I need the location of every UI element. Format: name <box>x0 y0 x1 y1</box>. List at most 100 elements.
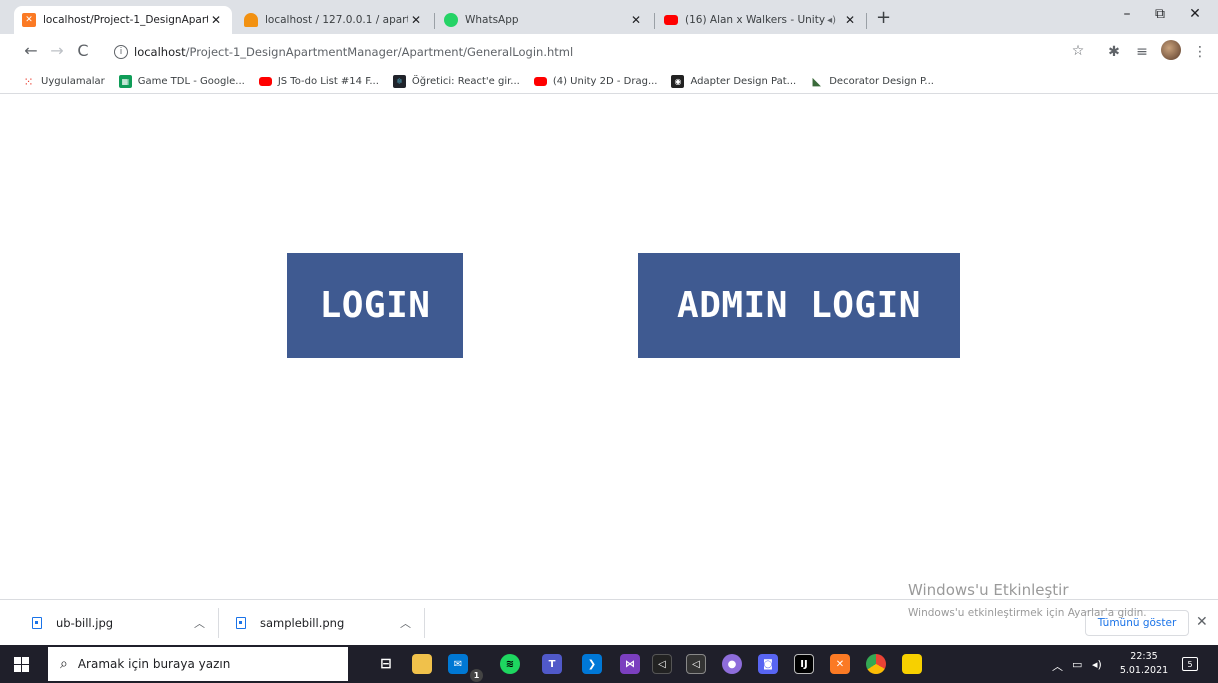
bookmark-unity[interactable]: (4) Unity 2D - Drag... <box>533 76 658 87</box>
search-placeholder: Aramak için buraya yazın <box>77 657 231 671</box>
youtube-icon <box>664 15 678 25</box>
tab-close-icon[interactable]: ✕ <box>208 13 224 27</box>
task-view-icon[interactable]: ⊟ <box>376 654 396 674</box>
tab-general-login[interactable]: ✕ localhost/Project-1_DesignApart ✕ <box>14 6 232 34</box>
page-content: LOGIN ADMIN LOGIN Windows'u Etkinleştir <box>0 95 1218 599</box>
tab-close-icon[interactable]: ✕ <box>408 13 424 27</box>
notification-center-icon[interactable]: 5 <box>1182 657 1198 671</box>
speaker-icon[interactable]: ◂) <box>827 15 836 26</box>
bookmark-label: Decorator Design P... <box>829 76 934 87</box>
bookmark-apps[interactable]: ⁙ Uygulamalar <box>22 74 105 89</box>
url-path: /Project-1_DesignApartmentManager/Apartm… <box>185 45 574 59</box>
windows-start-icon[interactable] <box>14 657 30 672</box>
volume-icon[interactable]: ◂) <box>1092 658 1102 671</box>
sheets-icon: ▦ <box>118 75 132 88</box>
react-icon: ⚛ <box>392 75 406 88</box>
download-bar-close-icon[interactable]: ✕ <box>1196 614 1208 630</box>
media-queue-icon[interactable]: ≡ <box>1132 44 1152 60</box>
taskbar-search[interactable]: ⌕ Aramak için buraya yazın <box>48 647 348 681</box>
youtube-icon <box>533 77 547 86</box>
bookmark-label: Öğretici: React'e gir... <box>411 76 520 87</box>
tab-title: WhatsApp <box>465 14 519 26</box>
clock-time: 22:35 <box>1130 651 1158 662</box>
sticky-notes-icon[interactable] <box>902 654 922 674</box>
teams-icon[interactable]: T <box>542 654 562 674</box>
bookmarks-bar: ⁙ Uygulamalar ▦ Game TDL - Google... JS … <box>0 70 1218 94</box>
admin-login-button[interactable]: ADMIN LOGIN <box>638 253 960 358</box>
bookmark-game-tdl[interactable]: ▦ Game TDL - Google... <box>118 75 245 88</box>
vscode-icon[interactable]: ❯ <box>582 654 602 674</box>
new-tab-button[interactable]: + <box>876 9 891 27</box>
youtube-icon <box>258 77 272 86</box>
tab-separator <box>654 13 655 29</box>
bookmark-label: Game TDL - Google... <box>137 76 245 87</box>
reload-icon: C <box>77 41 89 60</box>
bookmark-label: Adapter Design Pat... <box>690 76 797 87</box>
apps-grid-icon: ⁙ <box>23 74 34 89</box>
tab-strip: ✕ localhost/Project-1_DesignApart ✕ loca… <box>0 0 1218 34</box>
search-icon: ⌕ <box>60 656 68 672</box>
tab-title: localhost / 127.0.0.1 / apartment <box>265 14 408 26</box>
tab-close-icon[interactable]: ✕ <box>842 13 858 27</box>
download-separator <box>218 608 219 638</box>
forward-button[interactable]: → <box>46 41 68 61</box>
spotify-icon[interactable]: ≋ <box>500 654 520 674</box>
bookmark-label: (4) Unity 2D - Drag... <box>552 76 658 87</box>
tab-title: (16) Alan x Walkers - Unity - <box>685 14 828 26</box>
back-button[interactable]: ← <box>20 41 42 61</box>
tab-youtube-music[interactable]: (16) Alan x Walkers - Unity - ◂) ✕ <box>656 6 866 34</box>
image-file-icon <box>236 617 246 629</box>
tab-title: localhost/Project-1_DesignApart <box>43 14 208 26</box>
refactoring-bird-icon: ◣ <box>812 75 821 88</box>
refactoring-icon: ◉ <box>671 75 685 88</box>
unity-icon[interactable]: ◁ <box>652 654 672 674</box>
windows-taskbar: ⌕ Aramak için buraya yazın ⊟ ✉ 1 ≋ T ❯ ⋈… <box>0 645 1218 683</box>
discord-icon[interactable]: ◙ <box>758 654 778 674</box>
mail-badge: 1 <box>470 669 483 682</box>
download-item[interactable]: ub-bill.jpg ︿ <box>32 600 212 646</box>
activation-watermark-text: Windows'u etkinleştirmek için Ayarlar'a … <box>908 607 1147 619</box>
address-bar[interactable]: i localhost/Project-1_DesignApartmentMan… <box>104 38 1104 66</box>
tab-close-icon[interactable]: ✕ <box>628 13 644 27</box>
star-icon[interactable]: ☆ <box>1068 43 1088 59</box>
login-button[interactable]: LOGIN <box>287 253 463 358</box>
chevron-up-icon[interactable]: ︿ <box>194 615 205 631</box>
bookmark-adapter[interactable]: ◉ Adapter Design Pat... <box>671 75 796 88</box>
system-clock[interactable]: 22:35 5.01.2021 <box>1119 650 1169 678</box>
tab-phpmyadmin[interactable]: localhost / 127.0.0.1 / apartment ✕ <box>236 6 432 34</box>
info-icon[interactable]: i <box>114 45 128 59</box>
arrow-left-icon: ← <box>24 41 38 60</box>
kebab-menu-icon[interactable]: ⋮ <box>1190 44 1210 60</box>
unity-hub-icon[interactable]: ◁ <box>686 654 706 674</box>
tab-whatsapp[interactable]: WhatsApp ✕ <box>436 6 652 34</box>
bookmark-js-todo[interactable]: JS To-do List #14 F... <box>258 76 379 87</box>
xampp-icon[interactable]: ✕ <box>830 654 850 674</box>
chrome-icon[interactable] <box>866 654 886 674</box>
intellij-icon[interactable]: IJ <box>794 654 814 674</box>
phpmyadmin-icon <box>244 13 258 27</box>
download-filename: samplebill.png <box>260 616 345 630</box>
download-item[interactable]: samplebill.png ︿ <box>236 600 416 646</box>
image-file-icon <box>32 617 42 629</box>
bookmark-react[interactable]: ⚛ Öğretici: React'e gir... <box>392 75 520 88</box>
network-icon[interactable]: ▭ <box>1072 658 1082 671</box>
window-close-button[interactable]: ✕ <box>1172 6 1218 22</box>
bookmark-label: Uygulamalar <box>41 76 105 87</box>
reload-button[interactable]: C <box>72 41 94 61</box>
tray-chevron-up-icon[interactable]: ︿ <box>1052 658 1063 674</box>
xampp-icon: ✕ <box>22 13 36 27</box>
mail-icon[interactable]: ✉ <box>448 654 468 674</box>
download-bar: ub-bill.jpg ︿ samplebill.png ︿ <box>0 599 1218 645</box>
tab-separator <box>434 13 435 29</box>
bookmark-decorator[interactable]: ◣ Decorator Design P... <box>810 75 934 88</box>
extensions-icon[interactable]: ✱ <box>1104 44 1124 60</box>
chevron-up-icon[interactable]: ︿ <box>400 615 411 631</box>
browser-toolbar: ← → C i localhost/Project-1_DesignApartm… <box>0 34 1218 70</box>
file-explorer-icon[interactable] <box>412 654 432 674</box>
arrow-right-icon: → <box>50 41 64 60</box>
visual-studio-icon[interactable]: ⋈ <box>620 654 640 674</box>
profile-avatar[interactable] <box>1161 40 1181 60</box>
clock-date: 5.01.2021 <box>1119 665 1169 676</box>
download-separator <box>424 608 425 638</box>
app-circle-icon[interactable]: ● <box>722 654 742 674</box>
